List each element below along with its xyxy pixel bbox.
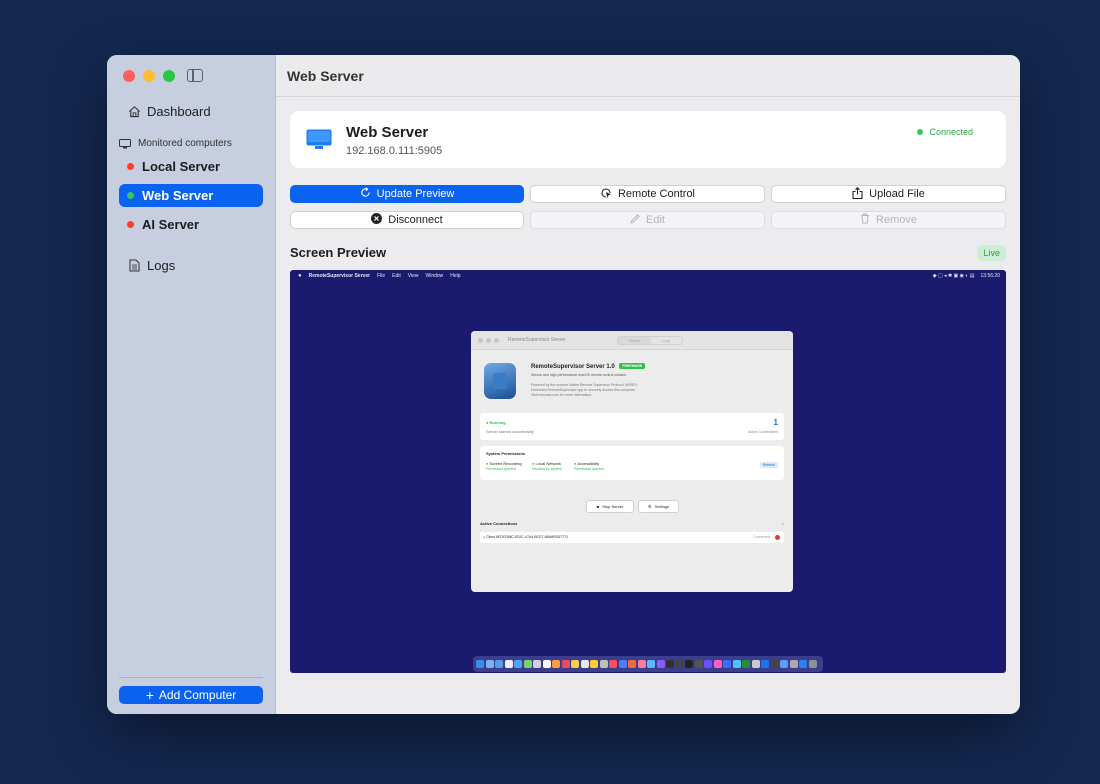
remove-button[interactable]: Remove (771, 211, 1006, 229)
computer-name: Web Server (346, 124, 429, 141)
remote-control-button[interactable]: Remote Control (530, 185, 765, 203)
refresh-icon (360, 187, 371, 201)
trash-icon (860, 213, 870, 227)
status-dot-online (127, 192, 134, 199)
sidebar-item-logs[interactable]: Logs (119, 254, 263, 277)
sidebar-item-label: Logs (147, 258, 176, 273)
server-app-icon (484, 363, 516, 399)
sidebar-item-label: Dashboard (147, 104, 211, 119)
document-icon (127, 259, 141, 273)
upload-file-button[interactable]: Upload File (771, 185, 1006, 203)
remote-menubar: ● RemoteSupervisor Server File Edit View… (298, 273, 1000, 279)
close-circle-icon (371, 213, 383, 227)
add-computer-button[interactable]: + Add Computer (119, 686, 263, 704)
app-window: Dashboard Monitored computers Local Serv… (107, 55, 1020, 714)
sidebar-item-dashboard[interactable]: Dashboard (119, 100, 263, 123)
sidebar-item-web-server[interactable]: Web Server (119, 184, 263, 207)
computer-address: 192.168.0.111:5905 (346, 145, 443, 157)
monitor-icon (119, 138, 131, 149)
plus-icon: + (145, 687, 154, 703)
apple-icon: ● (298, 273, 302, 279)
window-controls (123, 70, 175, 82)
remote-dock (473, 656, 823, 672)
monitor-icon (306, 129, 332, 156)
pencil-icon (630, 213, 640, 227)
close-window-button[interactable] (123, 70, 135, 82)
section-label-monitored: Monitored computers (119, 138, 232, 149)
sidebar-item-ai-server[interactable]: AI Server (119, 213, 263, 236)
sidebar-item-label: Web Server (142, 188, 214, 203)
page-title: Web Server (276, 55, 1020, 97)
cursor-click-icon (600, 187, 612, 202)
share-upload-icon (852, 186, 863, 202)
section-title-preview: Screen Preview (290, 245, 387, 260)
disconnect-button[interactable]: Disconnect (290, 211, 524, 229)
sidebar-toggle-icon[interactable] (187, 69, 203, 82)
zoom-window-button[interactable] (163, 70, 175, 82)
status-icons: ◆ ▢ ◂ ✱ ▣ ◉ ◐ ▤ (932, 273, 975, 279)
sidebar: Dashboard Monitored computers Local Serv… (107, 55, 276, 714)
live-badge: Live (977, 245, 1006, 261)
sidebar-divider (119, 677, 263, 678)
minimize-window-button[interactable] (143, 70, 155, 82)
computer-info-card: Web Server 192.168.0.111:5905 Connected (290, 111, 1006, 168)
remote-app-window: RemoteSupervisor Server Status Logs Remo… (471, 331, 793, 592)
update-preview-button[interactable]: Update Preview (290, 185, 524, 203)
connection-status: Connected (917, 127, 973, 137)
status-dot-offline (127, 221, 134, 228)
status-dot-online (917, 129, 924, 135)
house-icon (127, 105, 141, 119)
sidebar-item-label: Local Server (142, 159, 221, 174)
screen-preview[interactable]: ● RemoteSupervisor Server File Edit View… (290, 270, 1006, 673)
main-content: Web Server Web Server 192.168.0.111:5905… (276, 55, 1020, 714)
sidebar-item-local-server[interactable]: Local Server (119, 155, 263, 178)
status-dot-offline (127, 163, 134, 170)
sidebar-item-label: AI Server (142, 217, 200, 232)
edit-button[interactable]: Edit (530, 211, 765, 229)
